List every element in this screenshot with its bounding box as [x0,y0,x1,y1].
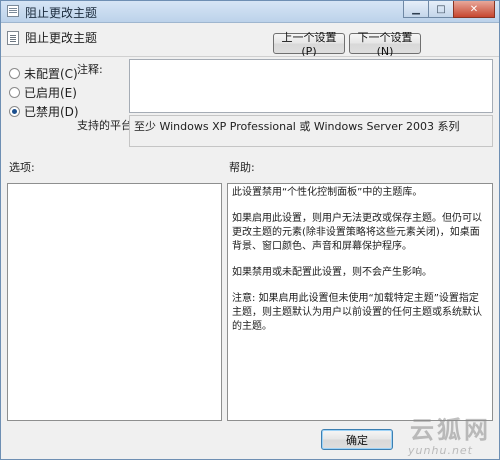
previous-setting-button[interactable]: 上一个设置(P) [273,31,345,58]
comment-label: 注释: [77,63,103,76]
radio-disabled-icon[interactable] [9,106,20,117]
close-icon[interactable]: ✕ [453,1,495,18]
window-controls: ▁ □ ✕ [403,1,495,19]
header-separator [1,56,499,57]
options-label: 选项: [9,161,35,174]
help-pane[interactable]: 此设置禁用“个性化控制面板”中的主题库。 如果启用此设置，则用户无法更改或保存主… [227,183,493,421]
radio-not-configured[interactable]: 未配置(C) [9,65,78,82]
title-bar[interactable]: 阻止更改主题 ▁ □ ✕ [1,1,499,23]
radio-enabled-label: 已启用(E) [24,86,77,100]
policy-header: 阻止更改主题 [7,29,97,46]
comment-textarea[interactable] [129,59,493,113]
radio-disabled-label: 已禁用(D) [24,105,79,119]
help-paragraph: 注意: 如果启用此设置但未使用“加载特定主题”设置指定主题，则主题默认为用户以前… [232,293,482,332]
help-label: 帮助: [229,161,255,174]
policy-setting-icon [7,30,19,45]
radio-disabled[interactable]: 已禁用(D) [9,103,79,120]
window-title: 阻止更改主题 [25,6,98,20]
watermark-logo: 云狐网 [410,416,491,444]
minimize-icon[interactable]: ▁ [403,1,429,18]
dialog-body: 阻止更改主题 上一个设置(P) 下一个设置(N) 未配置(C) 已启用(E) 已… [1,23,499,459]
help-text: 此设置禁用“个性化控制面板”中的主题库。 如果启用此设置，则用户无法更改或保存主… [228,184,492,348]
next-setting-button[interactable]: 下一个设置(N) [349,31,421,58]
radio-enabled[interactable]: 已启用(E) [9,84,77,101]
radio-not-configured-label: 未配置(C) [24,67,78,81]
maximize-icon[interactable]: □ [428,1,454,18]
policy-title: 阻止更改主题 [25,31,98,45]
watermark-url: yunhu.net [408,444,473,457]
help-paragraph: 此设置禁用“个性化控制面板”中的主题库。 [232,187,423,198]
help-paragraph: 如果禁用或未配置此设置，则不会产生影响。 [232,267,432,278]
policy-dialog-window: 阻止更改主题 ▁ □ ✕ 阻止更改主题 上一个设置(P) 下一个设置(N) 未配… [0,0,500,460]
ok-button[interactable]: 确定 [321,429,393,450]
policy-window-icon [7,5,19,17]
help-paragraph: 如果启用此设置，则用户无法更改或保存主题。但仍可以更改主题的元素(除非设置策略将… [232,213,482,252]
supported-platform-value: 至少 Windows XP Professional 或 Windows Ser… [129,115,493,147]
options-pane[interactable] [7,183,222,421]
radio-not-configured-icon[interactable] [9,68,20,79]
supported-platform-label: 支持的平台: [77,119,136,132]
radio-enabled-icon[interactable] [9,87,20,98]
